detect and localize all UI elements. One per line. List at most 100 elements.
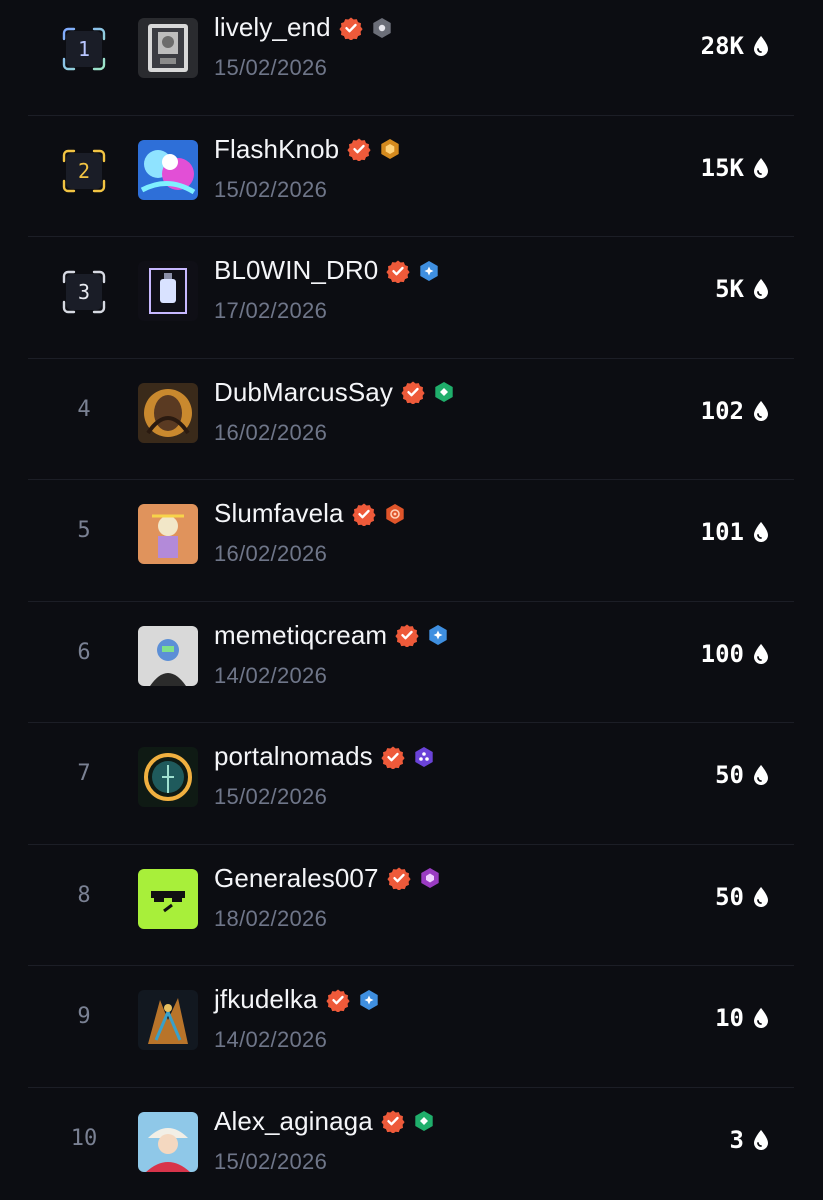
user-name[interactable]: Generales007 — [214, 863, 379, 894]
user-name[interactable]: lively_end — [214, 12, 331, 43]
avatar-image — [138, 747, 198, 807]
rank-number: 7 — [77, 761, 91, 786]
user-name[interactable]: BL0WIN_DR0 — [214, 255, 378, 286]
avatar[interactable] — [138, 261, 198, 321]
rank-number: 8 — [77, 882, 91, 908]
verified-check-icon — [401, 380, 425, 404]
leaderboard-row[interactable]: 5 Slumfavela 16/02/2026 101 — [28, 480, 794, 602]
avatar[interactable] — [138, 625, 198, 686]
rank-number: 1 — [77, 37, 91, 61]
tier-hexagon-icon — [427, 624, 449, 646]
user-name[interactable]: Alex_aginaga — [214, 1106, 373, 1137]
verified-check-icon — [386, 866, 411, 890]
score-value: 102 — [700, 396, 744, 425]
avatar[interactable] — [138, 868, 198, 929]
user-name[interactable]: portalnomads — [214, 741, 373, 772]
user-name-line: BL0WIN_DR0 — [214, 255, 440, 286]
rank-number: 9 — [77, 1004, 91, 1029]
score-value: 101 — [700, 518, 744, 546]
tier-hexagon-icon — [371, 17, 393, 39]
score-value: 3 — [729, 1125, 744, 1154]
score-value: 15K — [700, 153, 744, 182]
leaderboard-row[interactable]: 7 portalnomads 15/02/2026 50 — [28, 723, 794, 845]
leaderboard-row[interactable]: 10 Alex_aginaga 15/02/2026 3 — [28, 1088, 794, 1200]
rank-number: 5 — [77, 518, 91, 543]
leaderboard-row[interactable]: 4 DubMarcusSay 16/02/2026 102 — [28, 359, 794, 480]
droplet-icon — [752, 521, 770, 543]
avatar[interactable] — [138, 747, 198, 807]
user-name-line: Slumfavela — [214, 498, 406, 529]
user-name[interactable]: jfkudelka — [214, 984, 318, 1015]
tier-hexagon-icon — [379, 138, 401, 160]
tier-hexagon-icon — [384, 503, 406, 525]
score-value: 100 — [700, 639, 744, 668]
droplet-icon — [752, 35, 770, 57]
leaderboard-row[interactable]: 9 jfkudelka 14/02/2026 10 — [28, 966, 794, 1088]
score: 101 — [701, 518, 770, 546]
verified-check-icon — [381, 1109, 405, 1133]
date-label: 15/02/2026 — [214, 784, 328, 809]
leaderboard-row[interactable]: 1 lively_end 15/02/2026 28K — [28, 0, 794, 116]
date-label: 14/02/2026 — [214, 662, 328, 688]
rank-number: 6 — [77, 639, 91, 665]
score: 28K — [701, 32, 770, 60]
date-label: 16/02/2026 — [214, 541, 328, 566]
rank-number: 10 — [70, 1125, 98, 1151]
verified-check-icon — [347, 137, 371, 161]
rank-badge-frame: 1 — [60, 25, 108, 73]
score: 3 — [730, 1126, 770, 1154]
leaderboard: 1 lively_end 15/02/2026 28K 2 FlashKnob … — [0, 0, 823, 1200]
avatar-image — [138, 18, 198, 78]
user-name-line: FlashKnob — [214, 134, 401, 165]
droplet-icon — [752, 400, 770, 422]
user-name[interactable]: Slumfavela — [214, 498, 344, 529]
avatar[interactable] — [138, 139, 198, 200]
user-name-line: DubMarcusSay — [214, 377, 455, 408]
avatar[interactable] — [138, 504, 198, 564]
score: 50 — [715, 883, 770, 911]
user-name-line: Generales007 — [214, 863, 441, 894]
avatar[interactable] — [138, 1111, 198, 1172]
avatar-image — [138, 868, 198, 929]
rank-number: 4 — [77, 396, 91, 422]
avatar-image — [138, 990, 198, 1050]
date-label: 15/02/2026 — [214, 1148, 328, 1174]
verified-check-icon — [386, 259, 410, 283]
date-label: 18/02/2026 — [214, 905, 328, 931]
avatar-image — [138, 625, 198, 686]
user-name-line: memetiqcream — [214, 620, 449, 651]
tier-hexagon-icon — [419, 867, 441, 889]
score: 100 — [701, 640, 770, 668]
verified-check-icon — [395, 623, 419, 647]
rank-badge-frame: 2 — [60, 147, 108, 195]
score-value: 5K — [715, 275, 744, 303]
avatar-image — [138, 261, 198, 321]
date-label: 14/02/2026 — [214, 1027, 328, 1052]
date-label: 15/02/2026 — [214, 55, 328, 80]
user-name-line: Alex_aginaga — [214, 1106, 435, 1137]
score-value: 10 — [715, 1004, 744, 1032]
score: 50 — [715, 761, 770, 789]
avatar[interactable] — [138, 990, 198, 1050]
user-name[interactable]: memetiqcream — [214, 620, 387, 651]
score-value: 28K — [700, 32, 744, 60]
leaderboard-row[interactable]: 8 Generales007 18/02/2026 50 — [28, 845, 794, 966]
tier-hexagon-icon — [358, 989, 380, 1011]
droplet-icon — [752, 643, 770, 665]
avatar[interactable] — [138, 18, 198, 78]
user-name-line: jfkudelka — [214, 984, 380, 1015]
avatar[interactable] — [138, 382, 198, 443]
tier-hexagon-icon — [413, 746, 435, 768]
leaderboard-row[interactable]: 2 FlashKnob 15/02/2026 15K — [28, 116, 794, 237]
avatar-image — [138, 382, 198, 443]
user-name-line: lively_end — [214, 12, 393, 43]
user-name[interactable]: DubMarcusSay — [214, 377, 393, 408]
droplet-icon — [752, 278, 770, 300]
user-name[interactable]: FlashKnob — [214, 134, 339, 165]
droplet-icon — [752, 1129, 770, 1151]
score: 15K — [701, 154, 770, 182]
score: 102 — [701, 397, 770, 425]
leaderboard-row[interactable]: 3 BL0WIN_DR0 17/02/2026 5K — [28, 237, 794, 359]
date-label: 17/02/2026 — [214, 298, 328, 323]
leaderboard-row[interactable]: 6 memetiqcream 14/02/2026 100 — [28, 602, 794, 723]
